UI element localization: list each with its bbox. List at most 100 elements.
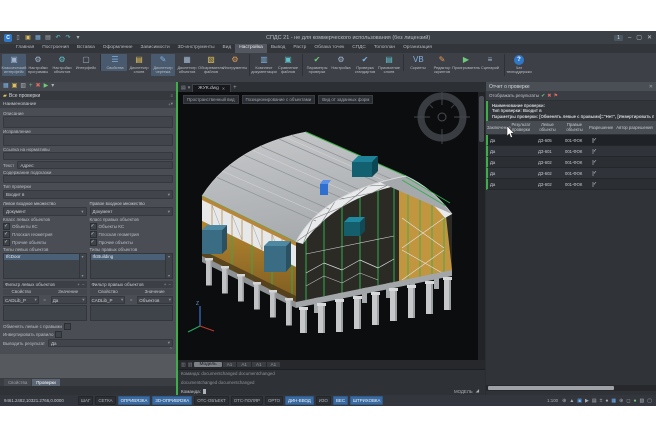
ribbon-button[interactable]: ✔ Параметры проверки <box>302 54 329 76</box>
left-types-listbox[interactable]: IfcDoor ▾▾ <box>3 253 87 279</box>
open-check-icon[interactable]: ▣ <box>12 83 18 90</box>
ribbon-tab[interactable]: Зависимости <box>137 44 174 53</box>
resolution-checkbox[interactable] <box>592 138 594 143</box>
panel-tab[interactable]: Проверки <box>32 379 60 386</box>
model-layout-tab[interactable]: Модель <box>194 362 221 367</box>
maximize-button[interactable]: ▢ <box>636 34 642 41</box>
tab-list-icon[interactable]: ▤ <box>181 85 186 91</box>
resolution-checkbox[interactable] <box>592 149 594 154</box>
save-file-icon[interactable]: ▦ <box>34 34 42 42</box>
right-operator[interactable]: = <box>126 296 136 304</box>
status-toggle-button[interactable]: ОПРИВЯЗКА <box>118 396 151 405</box>
right-prop-dropdown[interactable]: CADLib_P▾ <box>90 296 126 304</box>
ribbon-button[interactable]: ☰ Свойства <box>100 54 127 71</box>
checkbox[interactable] <box>90 223 97 230</box>
new-tab-icon[interactable]: + <box>233 85 237 91</box>
annotation-scale-value[interactable]: 1:100 <box>547 398 558 403</box>
ribbon-button[interactable]: ▧ Обозреватель файлов <box>199 54 223 76</box>
right-type-item[interactable]: IfcBuilding <box>91 254 166 260</box>
chevron-down-icon[interactable]: ▾ <box>81 273 83 278</box>
layout-grid-icon[interactable]: ▥ <box>188 362 193 368</box>
annotation-scale-icon[interactable]: ▤ <box>592 398 597 404</box>
cursor-mode-icon[interactable]: ▲ <box>569 398 574 404</box>
status-toggle-button[interactable]: ОТС-ПОЛЯР <box>231 396 263 405</box>
ribbon-tab[interactable]: 3D-инструменты <box>174 44 219 53</box>
group-menu-icon[interactable]: ≡ <box>170 93 173 98</box>
run-check-icon[interactable]: ▶ <box>44 83 49 90</box>
ribbon-button[interactable]: ▣ Сравнение файлов <box>276 54 300 76</box>
class-checkbox-row[interactable]: Прочие объекты <box>3 239 87 246</box>
checkbox[interactable] <box>3 239 10 246</box>
chevron-down-icon[interactable]: ▾ <box>168 273 170 278</box>
right-doc-dropdown[interactable]: Документ▾ <box>90 207 174 216</box>
class-checkbox-row[interactable]: Объекты КС <box>90 223 174 230</box>
panel-resize-grip[interactable]: ⌃ <box>3 347 173 353</box>
checkbox[interactable] <box>90 231 97 238</box>
ribbon-tab[interactable]: Топоплан <box>370 44 399 53</box>
document-tab[interactable]: ЖУК.dwg ✕ <box>192 84 231 92</box>
report-panel-header[interactable]: Отчет о проверке ✕ <box>486 82 656 91</box>
checkbox[interactable] <box>90 239 97 246</box>
ribbon-button[interactable]: ⚙ Инструменты <box>223 54 247 71</box>
checks-tree-icon[interactable]: ▦ <box>3 83 9 90</box>
right-types-listbox[interactable]: IfcBuilding ▾▾ <box>90 253 174 279</box>
selection-cycling-icon[interactable]: ▣ <box>577 398 582 404</box>
add-filter-icon[interactable]: + <box>164 282 167 287</box>
model-space-label[interactable]: МОДЕЛЬ <box>454 389 473 394</box>
ribbon-button[interactable]: ✎ Диспетчер чертежа <box>151 54 175 76</box>
ribbon-tab[interactable]: Растр <box>289 44 310 53</box>
add-filter-icon[interactable]: + <box>77 282 80 287</box>
status-toggle-button[interactable]: ШАГ <box>78 396 93 405</box>
ribbon-button[interactable]: ▤ Присвоение слоев <box>377 54 401 76</box>
snap-marker-icon[interactable]: ⊕ <box>562 398 566 404</box>
fullscreen-icon[interactable]: ◻ <box>626 398 630 404</box>
class-checkbox-row[interactable]: Объекты КС <box>3 223 87 230</box>
pin-icon[interactable]: ⚑ <box>553 93 557 99</box>
viewport-control-button[interactable]: Вид от заданных форм <box>318 95 373 104</box>
close-button[interactable]: ✕ <box>647 34 652 41</box>
status-toggle-button[interactable]: ШТРИХОВКА <box>350 396 383 405</box>
chevron-up-icon[interactable]: ▾ <box>81 254 83 259</box>
monitor-icon[interactable]: ▢ <box>647 398 652 404</box>
ribbon-button[interactable]: ⚙ Настройки программы <box>26 54 50 76</box>
ribbon-button[interactable]: ✔ Проверка стандартов <box>353 54 377 76</box>
ribbon-tab[interactable]: Настройка <box>235 44 267 53</box>
ribbon-button[interactable]: ▤ Диспетчер слоев <box>127 54 151 76</box>
left-prop-dropdown[interactable]: CADLib_P▾ <box>3 296 39 304</box>
status-toggle-button[interactable]: 3D-ОПРИВЯЗКА <box>152 396 192 405</box>
ribbon-tab[interactable]: Облака точек <box>310 44 348 53</box>
status-toggle-button[interactable]: ВЕС <box>333 396 348 405</box>
sheet-layout-tab[interactable]: А1 <box>237 362 251 367</box>
invert-checkbox[interactable] <box>55 331 62 338</box>
left-filter-list[interactable] <box>3 305 87 321</box>
ribbon-button[interactable]: ▢ Интерфейс <box>74 54 98 71</box>
resolution-checkbox[interactable] <box>592 171 594 176</box>
sheet-layout-tab[interactable]: А1 <box>252 362 266 367</box>
class-checkbox-row[interactable]: Плоская геометрия <box>3 231 87 238</box>
ribbon-tab[interactable]: Вставка <box>73 44 99 53</box>
show-passed-icon[interactable]: ✔ <box>541 93 545 99</box>
column-header[interactable]: Заключение <box>486 125 508 132</box>
quick-view-icon[interactable]: ● <box>605 398 608 404</box>
report-table-row[interactable]: Да ДЗ-602 001-ФОК <box>486 179 656 190</box>
remove-filter-icon[interactable]: − <box>82 282 85 287</box>
delete-check-icon[interactable]: ✖ <box>36 83 41 90</box>
resolution-checkbox[interactable] <box>592 160 594 165</box>
invert-rule-row[interactable]: Инвертировать правило <box>3 331 173 338</box>
undo-icon[interactable]: ↶ <box>54 34 62 42</box>
panel-tab[interactable]: Свойства <box>4 379 31 386</box>
ribbon-button[interactable]: ? Чат техподдержки <box>504 54 531 76</box>
norm-link-input[interactable] <box>3 152 173 160</box>
redo-icon[interactable]: ↷ <box>64 34 72 42</box>
user-badge[interactable]: 1 <box>614 35 623 41</box>
print-icon[interactable]: ▤ <box>44 34 52 42</box>
status-toggle-button[interactable]: ИЗО <box>316 396 331 405</box>
output-dropdown[interactable]: Да▾ <box>48 339 173 347</box>
ribbon-button[interactable]: ✎ Редактор скриптов <box>430 54 454 76</box>
open-file-icon[interactable]: ▣ <box>24 34 32 42</box>
fix-input[interactable] <box>3 134 173 146</box>
ribbon-tab[interactable]: Вид <box>219 44 236 53</box>
3d-building-model[interactable] <box>194 118 474 333</box>
class-checkbox-row[interactable]: Плоская геометрия <box>90 231 174 238</box>
remove-filter-icon[interactable]: − <box>168 282 171 287</box>
